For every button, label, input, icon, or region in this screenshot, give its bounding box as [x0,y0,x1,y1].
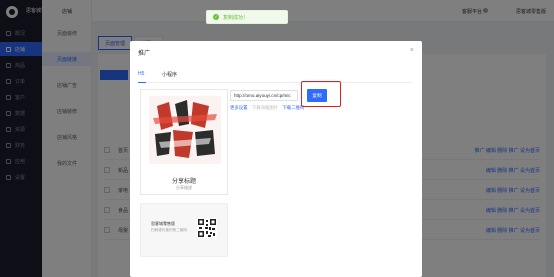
tab-mini-program[interactable]: 小程序 [162,71,177,78]
qr-card: 思客城零售版 扫码或长按识别二维码 [140,203,228,257]
promote-dialog: 推广 × H5 小程序 分享标题 分享描述 思客城零售版 扫码或长按识别二维码 [130,41,422,277]
share-poster: 分享标题 分享描述 [140,89,228,195]
poster-artwork [149,96,221,164]
poster-title: 分享标题 [171,179,196,185]
dialog-title: 推广 [138,51,151,57]
check-icon: ✓ [213,14,219,20]
link-actions: 更多设置 下载海报图片 下载二维码 [230,105,307,111]
download-qr-link[interactable]: 下载二维码 [282,105,304,110]
qr-card-title: 思客城零售版 [151,221,175,226]
tab-h5[interactable]: H5 [138,71,144,77]
poster-subtitle: 分享描述 [176,185,192,190]
active-tab-indicator [138,82,146,83]
download-poster-link[interactable]: 下载海报图片 [252,105,278,110]
copy-button[interactable]: 复制 [307,89,327,102]
poster-image [149,96,221,164]
success-toast: ✓ 复制成功！ [206,10,288,24]
more-settings-link[interactable]: 更多设置 [230,105,248,110]
qr-code-icon [197,218,217,238]
qr-card-subtitle: 扫码或长按识别二维码 [151,228,187,232]
dialog-tabs: H5 小程序 [138,71,412,83]
promotion-link-input[interactable] [230,90,298,101]
close-icon[interactable]: × [410,47,414,54]
